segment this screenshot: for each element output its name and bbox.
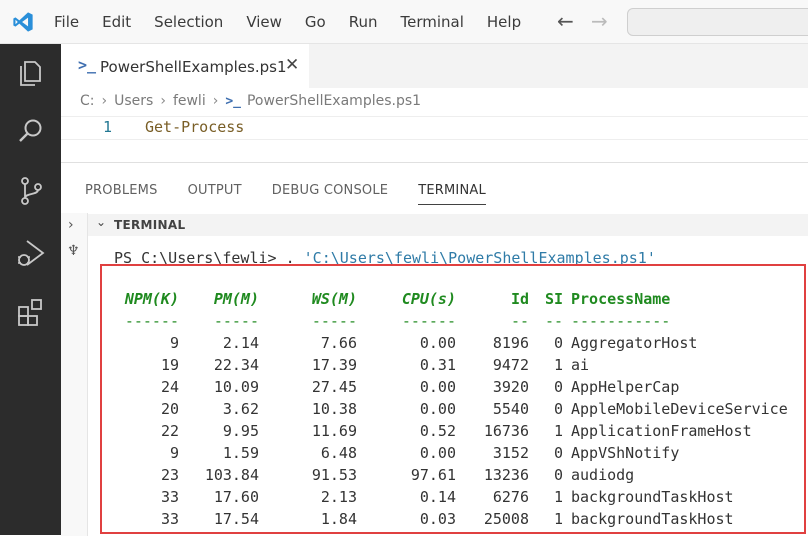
menu-help[interactable]: Help: [487, 13, 521, 31]
breadcrumb: C: › Users › fewli › >_ PowerShellExampl…: [80, 93, 421, 109]
terminal-title: TERMINAL: [114, 218, 186, 232]
breadcrumb-user[interactable]: fewli: [173, 93, 206, 109]
line-number: 1: [103, 118, 113, 136]
panel-side-strip: › ♆: [61, 213, 88, 536]
extensions-icon[interactable]: [14, 296, 48, 330]
powershell-icon: >_: [78, 56, 97, 74]
code-text[interactable]: Get-Process: [145, 118, 244, 136]
chevron-down-icon: ⌄: [96, 215, 107, 229]
menu-go[interactable]: Go: [305, 13, 326, 31]
tab-label: PowerShellExamples.ps1: [100, 58, 287, 76]
menu-view[interactable]: View: [246, 13, 282, 31]
vscode-logo-icon: [13, 12, 33, 32]
menu-terminal[interactable]: Terminal: [401, 13, 464, 31]
tab-problems[interactable]: PROBLEMS: [85, 183, 158, 205]
menu-selection[interactable]: Selection: [154, 13, 223, 31]
forward-arrow-icon[interactable]: →: [591, 10, 608, 32]
panel-tabs: PROBLEMS OUTPUT DEBUG CONSOLE TERMINAL: [85, 183, 516, 205]
tab-powershell-examples[interactable]: >_ PowerShellExamples.ps1 ✕: [61, 44, 309, 88]
menu-edit[interactable]: Edit: [102, 13, 131, 31]
back-arrow-icon[interactable]: ←: [557, 10, 574, 32]
breadcrumb-file[interactable]: PowerShellExamples.ps1: [247, 93, 421, 109]
breadcrumb-drive[interactable]: C:: [80, 93, 95, 109]
terminal-section-header[interactable]: ⌄ TERMINAL: [88, 214, 808, 236]
source-control-icon[interactable]: [14, 174, 48, 208]
chevron-right-icon: ›: [212, 93, 219, 109]
tab-terminal[interactable]: TERMINAL: [418, 183, 486, 205]
run-debug-icon[interactable]: [14, 236, 48, 270]
powershell-icon: >_: [225, 93, 241, 109]
chevron-right-icon: ›: [160, 93, 166, 109]
menu-file[interactable]: File: [54, 13, 79, 31]
close-icon[interactable]: ✕: [285, 55, 299, 75]
breadcrumb-users[interactable]: Users: [114, 93, 153, 109]
chevron-right-icon[interactable]: ›: [68, 217, 74, 233]
menu-bar: File Edit Selection View Go Run Terminal…: [54, 0, 544, 44]
activity-bar: [0, 44, 61, 535]
tab-debug-console[interactable]: DEBUG CONSOLE: [272, 183, 388, 205]
editor-tab-bar: >_ PowerShellExamples.ps1 ✕: [61, 44, 808, 88]
code-line[interactable]: 1 Get-Process: [61, 116, 808, 140]
menu-run[interactable]: Run: [349, 13, 378, 31]
highlight-box: [100, 264, 806, 534]
search-icon[interactable]: [14, 114, 48, 148]
command-center[interactable]: [627, 8, 808, 36]
title-bar: File Edit Selection View Go Run Terminal…: [0, 0, 808, 44]
chevron-right-icon: ›: [101, 93, 108, 109]
explorer-icon[interactable]: [14, 56, 48, 90]
tab-output[interactable]: OUTPUT: [188, 183, 242, 205]
plug-icon[interactable]: ♆: [67, 243, 80, 259]
